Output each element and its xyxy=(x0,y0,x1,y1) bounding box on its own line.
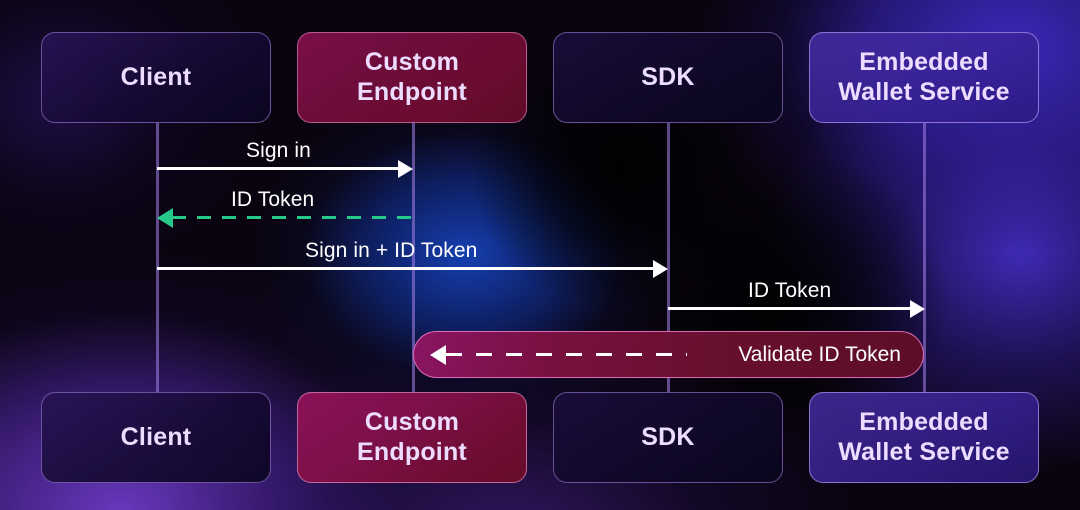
arrow-head-right-icon xyxy=(910,300,925,318)
participant-label: Custom Endpoint xyxy=(357,408,467,466)
sequence-diagram: Client Custom Endpoint SDK Embedded Wall… xyxy=(0,0,1080,510)
message-label: ID Token xyxy=(748,279,832,302)
participant-label: Embedded Wallet Service xyxy=(838,48,1010,106)
message-line xyxy=(172,216,412,219)
arrow-head-left-icon xyxy=(157,208,173,228)
participant-wallet-top[interactable]: Embedded Wallet Service xyxy=(809,32,1039,123)
participant-label: Custom Endpoint xyxy=(357,48,467,106)
arrow-head-right-icon xyxy=(653,260,668,278)
message-label: ID Token xyxy=(231,188,315,211)
participant-sdk-bottom[interactable]: SDK xyxy=(553,392,783,483)
message-line xyxy=(446,353,687,356)
participant-label: Client xyxy=(120,422,192,451)
message-line xyxy=(157,167,401,170)
arrow-head-right-icon xyxy=(398,160,413,178)
message-validate-id-token-note[interactable]: Validate ID Token xyxy=(413,331,924,378)
participant-label: Client xyxy=(120,62,192,91)
message-label: Validate ID Token xyxy=(738,342,901,366)
participant-endpoint-top[interactable]: Custom Endpoint xyxy=(297,32,527,123)
participant-wallet-bottom[interactable]: Embedded Wallet Service xyxy=(809,392,1039,483)
participant-sdk-top[interactable]: SDK xyxy=(553,32,783,123)
participant-label: Embedded Wallet Service xyxy=(838,408,1010,466)
participant-label: SDK xyxy=(641,422,695,451)
lifeline-client xyxy=(156,123,159,393)
message-line xyxy=(157,267,657,270)
participant-endpoint-bottom[interactable]: Custom Endpoint xyxy=(297,392,527,483)
participant-label: SDK xyxy=(641,62,695,91)
participant-client-top[interactable]: Client xyxy=(41,32,271,123)
message-line xyxy=(668,307,913,310)
message-label: Sign in + ID Token xyxy=(305,239,478,262)
message-label: Sign in xyxy=(246,139,311,162)
participant-client-bottom[interactable]: Client xyxy=(41,392,271,483)
arrow-head-left-icon xyxy=(430,345,446,365)
